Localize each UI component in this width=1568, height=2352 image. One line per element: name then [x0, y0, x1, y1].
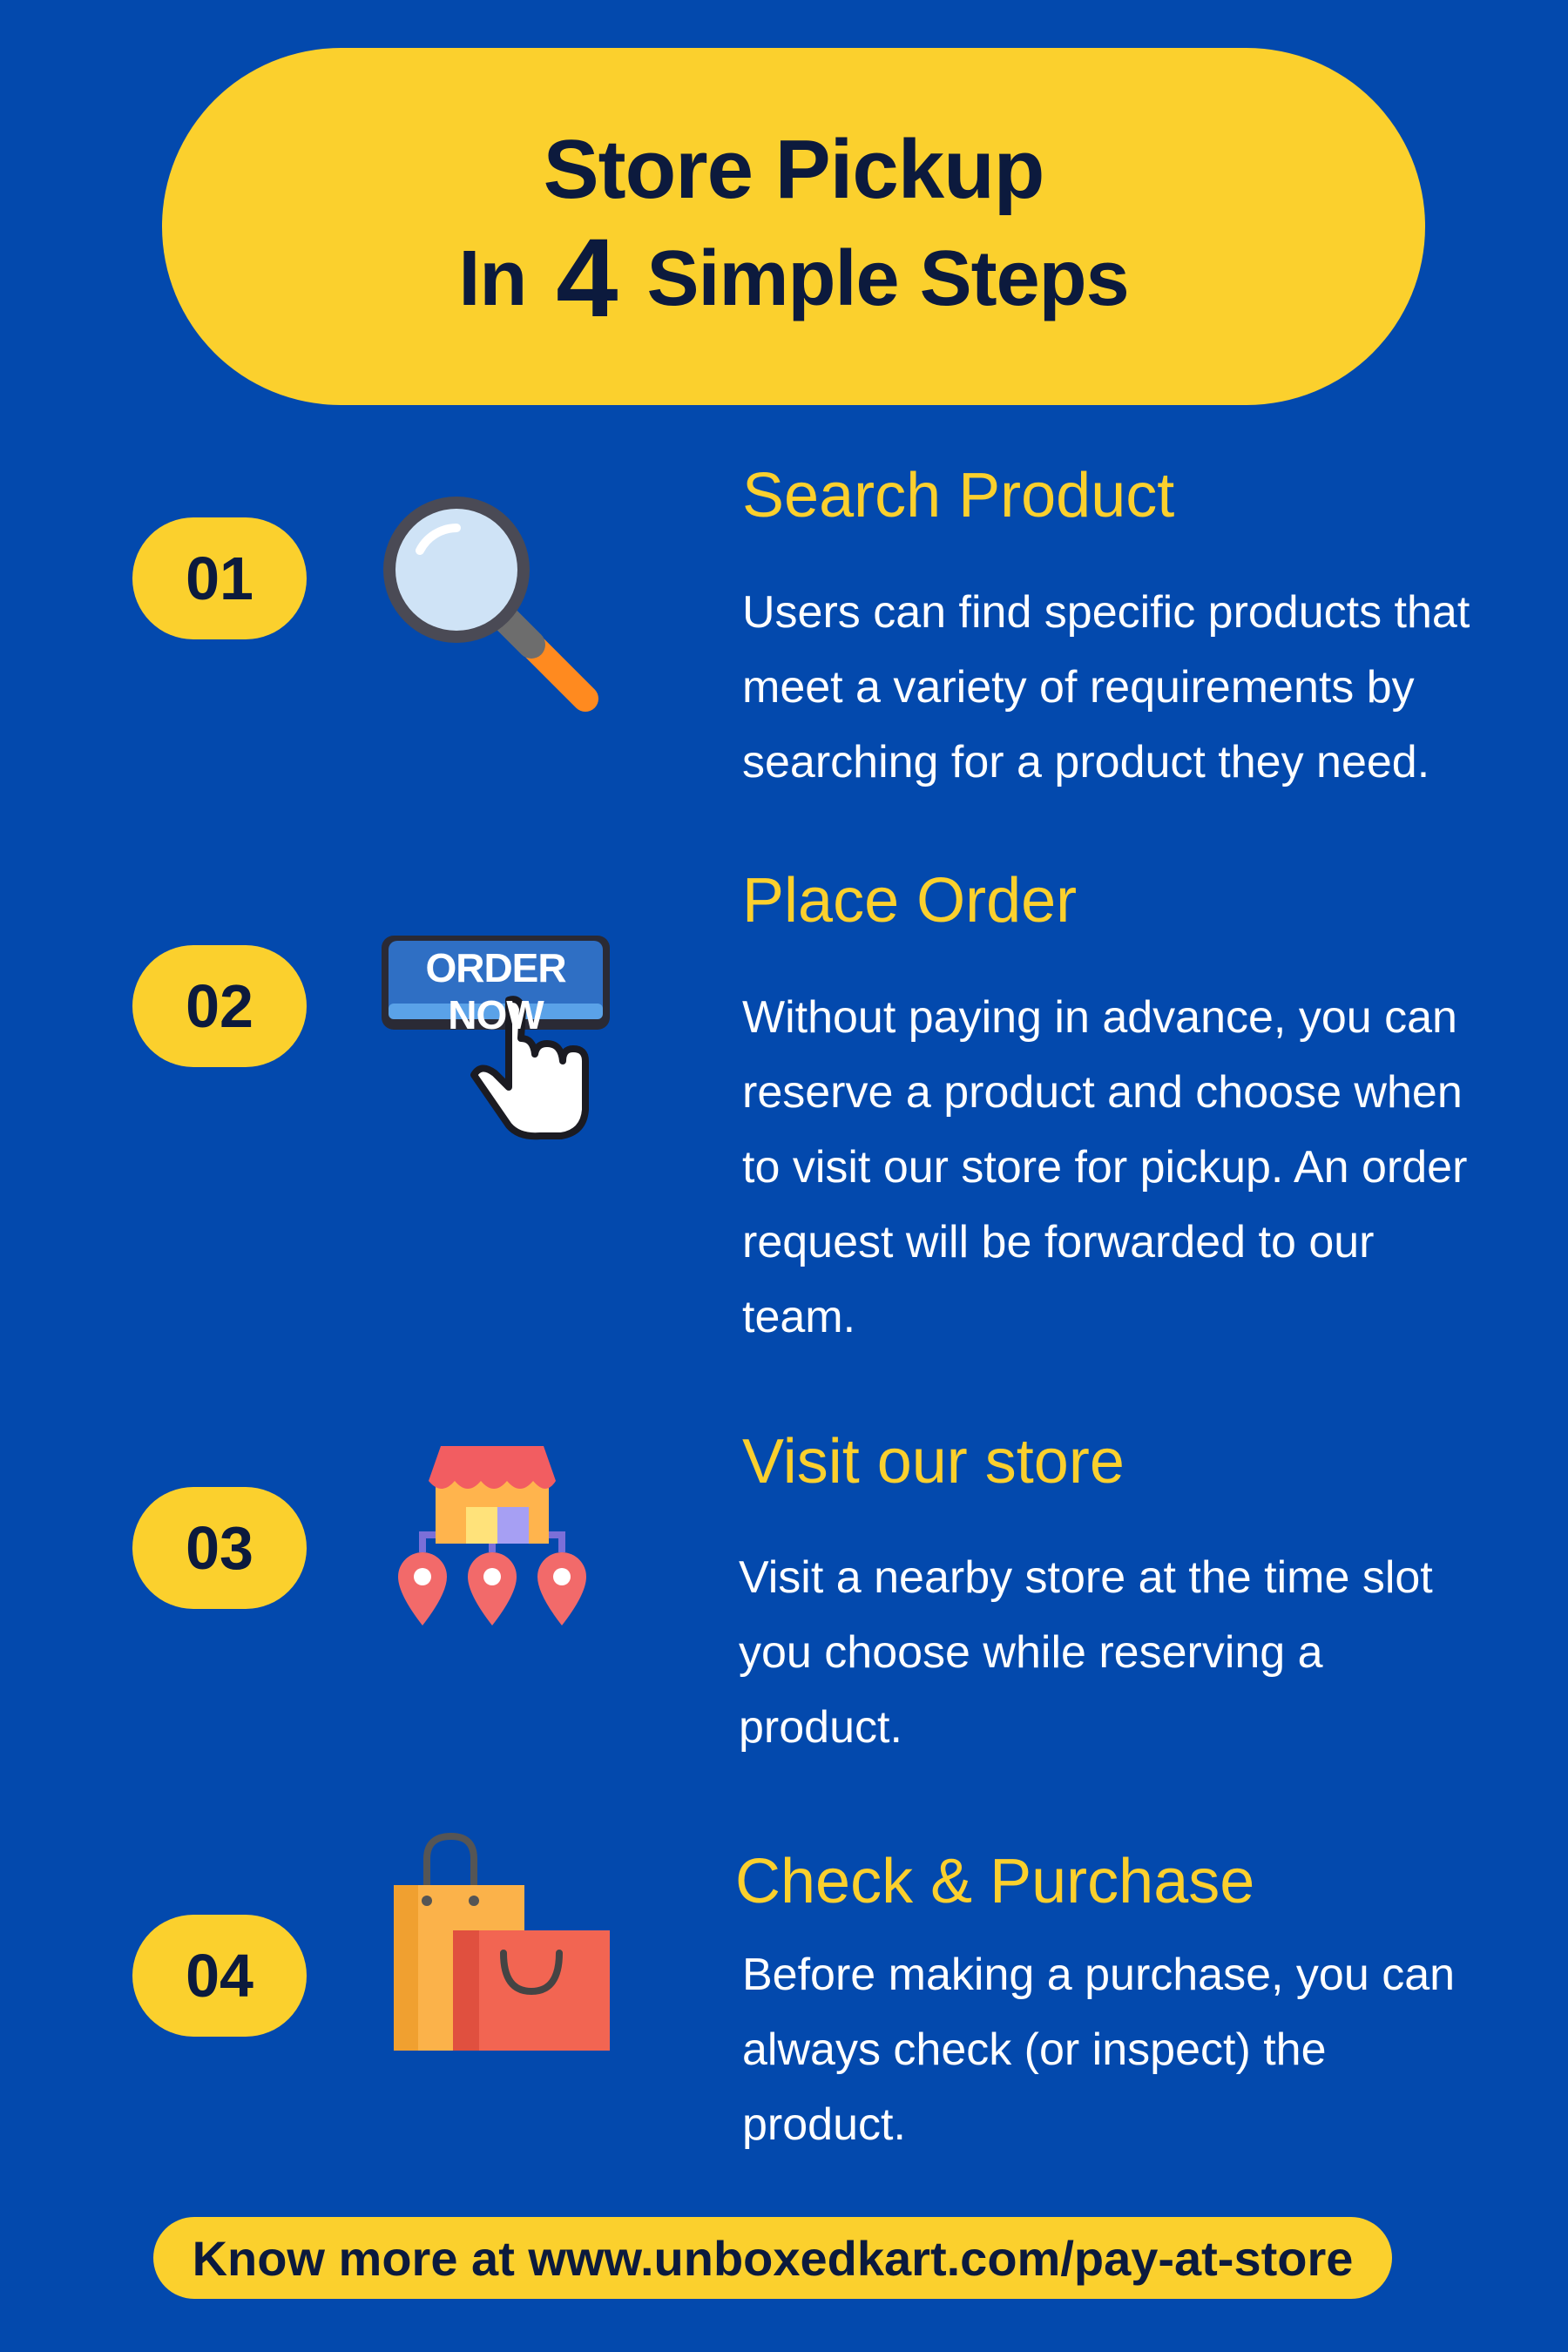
desc-line: you choose while reserving a [739, 1627, 1323, 1678]
title-line-1: Store Pickup [543, 123, 1045, 216]
desc-line: Before making a purchase, you can [742, 1950, 1456, 2000]
step-description: Without paying in advance, you can reser… [742, 980, 1526, 1355]
title-prefix: In [458, 235, 527, 322]
desc-line: product. [742, 2099, 906, 2150]
step-number-badge: 02 [132, 945, 307, 1067]
desc-line: Without paying in advance, you can [742, 992, 1457, 1043]
shopping-bags-icon [394, 1832, 610, 2051]
store-locations-icon [398, 1446, 586, 1625]
desc-line: product. [739, 1702, 902, 1753]
title-number: 4 [556, 216, 618, 341]
desc-line: request will be forwarded to our [742, 1217, 1375, 1267]
desc-line: meet a variety of requirements by [742, 662, 1415, 713]
order-now-label: ORDER NOW [425, 945, 566, 1037]
step-number-badge: 01 [132, 517, 307, 639]
title-suffix: Simple Steps [646, 235, 1129, 322]
title-line-2: In 4 Simple Steps [458, 216, 1129, 341]
desc-line: team. [742, 1292, 856, 1342]
step-number-badge: 03 [132, 1487, 307, 1609]
order-now-button-icon: ORDER NOW [378, 932, 613, 1141]
footer-link-text[interactable]: Know more at www.unboxedkart.com/pay-at-… [193, 2230, 1354, 2287]
step-title: Place Order [742, 866, 1078, 936]
step-number-badge: 04 [132, 1915, 307, 2037]
desc-line: always check (or inspect) the [742, 2024, 1327, 2075]
desc-line: Users can find specific products that [742, 587, 1470, 638]
desc-line: searching for a product they need. [742, 737, 1430, 787]
step-description: Visit a nearby store at the time slot yo… [739, 1540, 1523, 1765]
magnifying-glass-icon [383, 497, 598, 712]
step-title: Check & Purchase [735, 1847, 1255, 1916]
step-description: Before making a purchase, you can always… [742, 1937, 1526, 2162]
desc-line: reserve a product and choose when [742, 1067, 1463, 1118]
desc-line: to visit our store for pickup. An order [742, 1142, 1468, 1193]
footer-banner[interactable]: Know more at www.unboxedkart.com/pay-at-… [153, 2217, 1392, 2299]
step-title: Search Product [742, 461, 1175, 531]
header-banner: Store Pickup In 4 Simple Steps [162, 48, 1425, 405]
step-description: Users can find specific products that me… [742, 575, 1526, 800]
infographic-page: Store Pickup In 4 Simple Steps 01 Search… [0, 0, 1568, 2352]
desc-line: Visit a nearby store at the time slot [739, 1552, 1433, 1603]
step-title: Visit our store [742, 1427, 1125, 1497]
